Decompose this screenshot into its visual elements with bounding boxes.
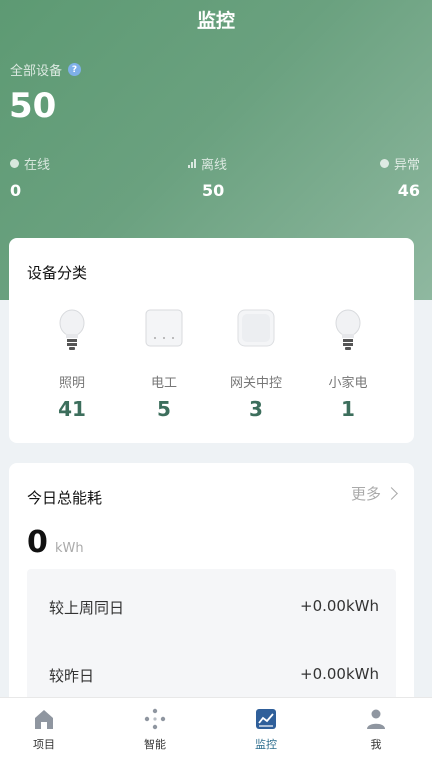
category-gateway[interactable]: 网关中控 3 [211, 308, 301, 421]
category-electrical-count: 5 [157, 397, 171, 421]
energy-unit: kWh [55, 541, 84, 556]
nav-item-project[interactable]: 项目 [9, 706, 79, 752]
category-electrical-name: 电工 [150, 376, 177, 391]
nav-project-label: 项目 [33, 738, 55, 751]
stat-online[interactable]: 在线 0 [10, 154, 50, 200]
stat-online-value: 0 [10, 181, 22, 200]
compare-last-week-label: 较上周同日 [49, 599, 125, 617]
energy-compare-panel: 较上周同日 +0.00kWh 较昨日 +0.00kWh [27, 569, 396, 709]
category-lighting-count: 41 [58, 397, 86, 421]
nav-item-me[interactable]: 我 [341, 706, 411, 752]
page-title: 监控 [196, 10, 235, 32]
nav-smart-label: 智能 [144, 738, 166, 751]
energy-title: 今日总能耗 [27, 489, 103, 507]
stat-abnormal-value: 46 [397, 181, 420, 200]
chevron-right-icon [385, 487, 398, 500]
category-gateway-name: 网关中控 [229, 376, 282, 391]
stat-offline[interactable]: 离线 50 [188, 154, 227, 200]
category-electrical[interactable]: 电工 5 [119, 308, 209, 421]
smart-icon [144, 708, 166, 730]
stat-offline-value: 50 [202, 181, 225, 200]
user-icon [367, 709, 385, 729]
compare-yesterday-value: +0.00kWh [300, 665, 379, 683]
nav-me-label: 我 [370, 738, 382, 751]
energy-more-link[interactable]: 更多 [350, 483, 398, 504]
compare-yesterday-label: 较昨日 [49, 667, 95, 685]
bulb-icon [59, 309, 85, 350]
device-category-title: 设备分类 [27, 264, 88, 282]
switch-panel-icon [145, 309, 183, 347]
monitor-chart-icon [256, 709, 276, 729]
compare-last-week-value: +0.00kWh [300, 597, 379, 615]
energy-value: 0 [27, 525, 48, 560]
nav-item-monitor[interactable]: 监控 [231, 706, 301, 752]
category-lighting[interactable]: 照明 41 [27, 308, 117, 421]
help-icon[interactable]: ? [68, 63, 82, 76]
signal-bars-icon [188, 159, 196, 168]
bottom-nav: 项目 智能 监控 我 [0, 697, 432, 757]
stat-online-label: 在线 [24, 158, 51, 173]
nav-monitor-label: 监控 [255, 738, 277, 751]
stat-abnormal[interactable]: 异常 46 [379, 154, 420, 200]
category-small-appliance-name: 小家电 [328, 376, 368, 391]
home-icon [35, 710, 53, 729]
gateway-icon [237, 309, 275, 347]
device-category-card: 设备分类 照明 41 电工 5 网关中控 3 小家电 1 [9, 238, 414, 443]
category-small-appliance[interactable]: 小家电 1 [303, 308, 393, 421]
category-small-appliance-count: 1 [341, 397, 355, 421]
all-devices-label: 全部设备 ? [10, 60, 82, 79]
all-devices-count: 50 [9, 86, 57, 126]
category-lighting-name: 照明 [58, 376, 85, 391]
stat-abnormal-label: 异常 [393, 158, 420, 173]
nav-item-smart[interactable]: 智能 [120, 706, 190, 752]
online-status-icon [10, 159, 19, 168]
stat-offline-label: 离线 [201, 158, 228, 173]
all-devices-label-text: 全部设备 [10, 64, 63, 79]
category-gateway-count: 3 [249, 397, 263, 421]
compare-row-last-week: 较上周同日 +0.00kWh [49, 597, 379, 618]
abnormal-status-icon [379, 159, 389, 168]
compare-row-yesterday: 较昨日 +0.00kWh [49, 665, 379, 686]
energy-more-label: 更多 [350, 485, 381, 503]
small-appliance-icon [335, 309, 361, 350]
